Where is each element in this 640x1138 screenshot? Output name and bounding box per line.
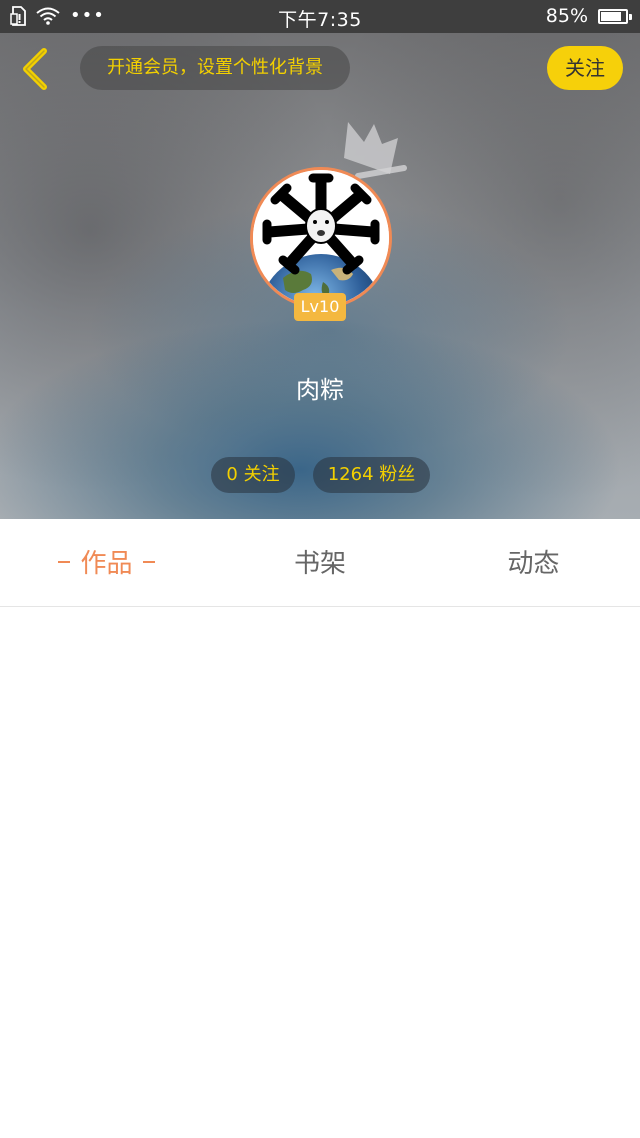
active-tab-dash-right [142, 561, 155, 563]
tab-works[interactable]: 作品 [0, 519, 213, 606]
tab-bookshelf[interactable]: 书架 [213, 519, 427, 606]
back-button[interactable] [14, 44, 54, 94]
vip-background-banner[interactable]: 开通会员，设置个性化背景 [80, 46, 350, 90]
battery-percent: 85% [545, 5, 588, 27]
status-right: 85% [545, 5, 632, 27]
profile-tabs: 作品 书架 动态 [0, 519, 640, 607]
tab-works-label: 作品 [80, 549, 133, 579]
tab-bookshelf-label: 书架 [293, 549, 346, 579]
tab-activity[interactable]: 动态 [427, 519, 640, 606]
profile-header: ••• 下午7:35 85% 开通会员，设置个性化背景 关注 Lv10 肉粽 0… [0, 0, 640, 519]
battery-icon [598, 8, 632, 24]
battery-level-fill [601, 11, 621, 21]
works-content-area [0, 607, 640, 1138]
status-bar: ••• 下午7:35 85% [0, 0, 640, 33]
follow-button[interactable]: 关注 [547, 46, 623, 90]
avatar[interactable] [250, 167, 392, 309]
chevron-left-icon [23, 48, 47, 90]
fans-count[interactable]: 1264 粉丝 [313, 457, 430, 493]
following-count[interactable]: 0 关注 [211, 457, 295, 493]
username: 肉粽 [296, 376, 344, 404]
status-time: 下午7:35 [278, 9, 362, 31]
avatar-image [253, 170, 389, 306]
active-tab-dash-left [58, 561, 71, 563]
tab-activity-label: 动态 [507, 549, 560, 579]
level-badge: Lv10 [294, 293, 346, 321]
